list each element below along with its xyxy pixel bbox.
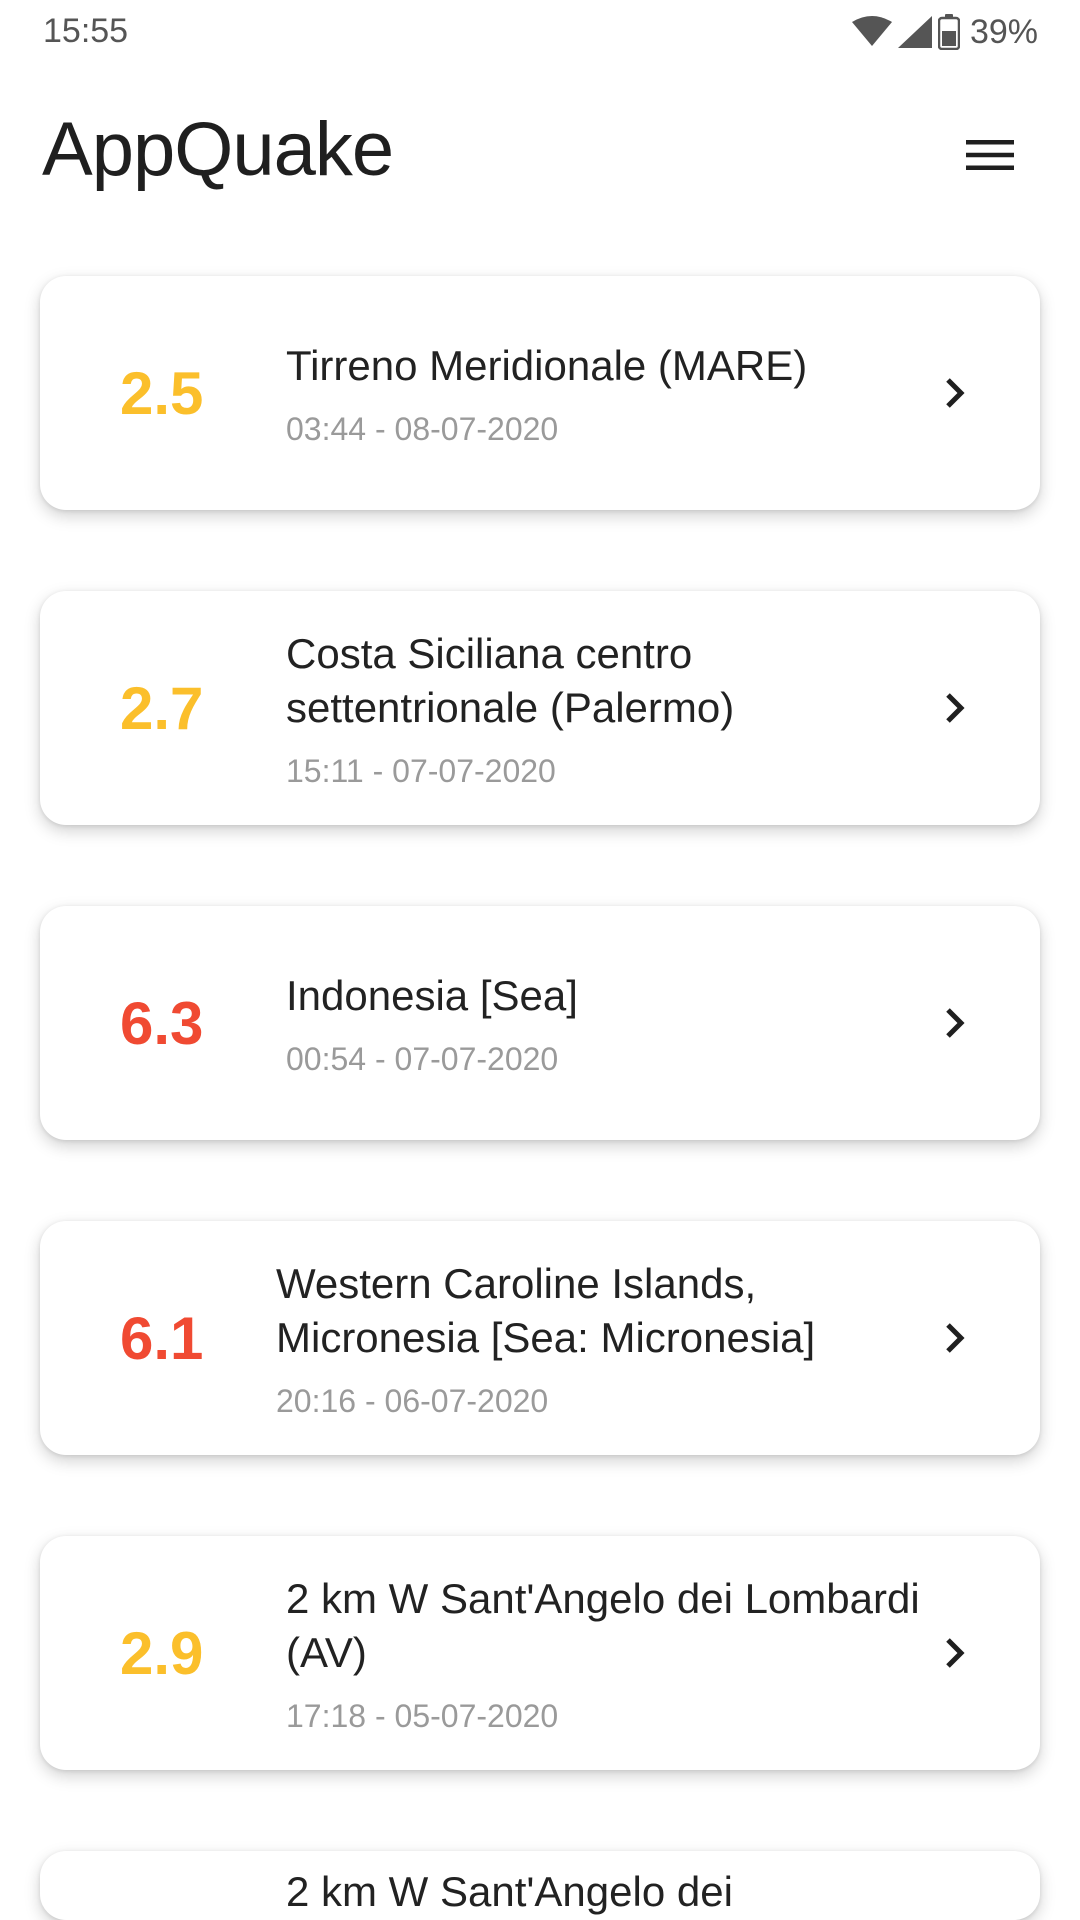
app-header: AppQuake (0, 100, 1080, 210)
quake-card[interactable]: 2.5 Tirreno Meridionale (MARE) 03:44 - 0… (40, 276, 1040, 510)
quake-location: 2 km W Sant'Angelo dei Lombardi (AV) (286, 1574, 920, 1676)
quake-card[interactable]: 2.7 Costa Siciliana centro settentrional… (40, 591, 1040, 825)
magnitude-value: 2.7 (120, 674, 204, 742)
app-title: AppQuake (42, 107, 394, 192)
quake-info: Costa Siciliana centro settentrionale (P… (286, 591, 926, 825)
quake-card[interactable]: 6.1 Western Caroline Islands, Micronesia… (40, 1221, 1040, 1455)
wifi-icon (851, 16, 892, 48)
quake-location: Western Caroline Islands, Micronesia [Se… (276, 1259, 816, 1361)
chevron-right-icon (940, 1221, 970, 1455)
quake-info: 2 km W Sant'Angelo dei Lombardi (AV) 17:… (286, 1536, 926, 1770)
battery-icon (937, 14, 960, 50)
magnitude-value: 6.1 (120, 1304, 204, 1372)
chevron-right-icon (940, 276, 970, 510)
quake-time: 03:44 - 08-07-2020 (286, 410, 559, 447)
status-icons: 39% (851, 12, 1038, 52)
quake-location: 2 km W Sant'Angelo dei (286, 1868, 733, 1915)
magnitude-value: 2.9 (120, 1619, 204, 1687)
battery-percent: 39% (969, 12, 1038, 51)
quake-info: Indonesia [Sea] 00:54 - 07-07-2020 (286, 906, 926, 1140)
quake-location: Indonesia [Sea] (286, 971, 578, 1019)
magnitude-value: 2.5 (120, 359, 204, 427)
chevron-right-icon (940, 1536, 970, 1770)
quake-info: Tirreno Meridionale (MARE) 03:44 - 08-07… (286, 276, 926, 510)
quake-time: 15:11 - 07-07-2020 (286, 752, 556, 789)
quake-location: Tirreno Meridionale (MARE) (286, 341, 808, 389)
quake-time: 17:18 - 05-07-2020 (286, 1697, 559, 1734)
status-bar: 15:55 39% (0, 0, 1080, 64)
quake-card[interactable]: 2.9 2 km W Sant'Angelo dei Lombardi (AV)… (40, 1536, 1040, 1770)
chevron-right-icon (940, 906, 970, 1140)
chevron-right-icon (940, 591, 970, 825)
quake-time: 00:54 - 07-07-2020 (286, 1040, 559, 1077)
hamburger-menu-icon (966, 140, 1014, 170)
quake-time: 20:16 - 06-07-2020 (276, 1382, 549, 1419)
menu-button[interactable] (960, 130, 1020, 180)
status-time: 15:55 (43, 12, 129, 50)
quake-location: Costa Siciliana centro settentrionale (P… (286, 629, 735, 731)
quake-card[interactable]: 6.3 Indonesia [Sea] 00:54 - 07-07-2020 (40, 906, 1040, 1140)
magnitude-value: 6.3 (120, 989, 204, 1057)
signal-icon (897, 16, 932, 48)
quake-card[interactable]: 2 km W Sant'Angelo dei (40, 1851, 1040, 1920)
quake-info: Western Caroline Islands, Micronesia [Se… (276, 1221, 916, 1455)
